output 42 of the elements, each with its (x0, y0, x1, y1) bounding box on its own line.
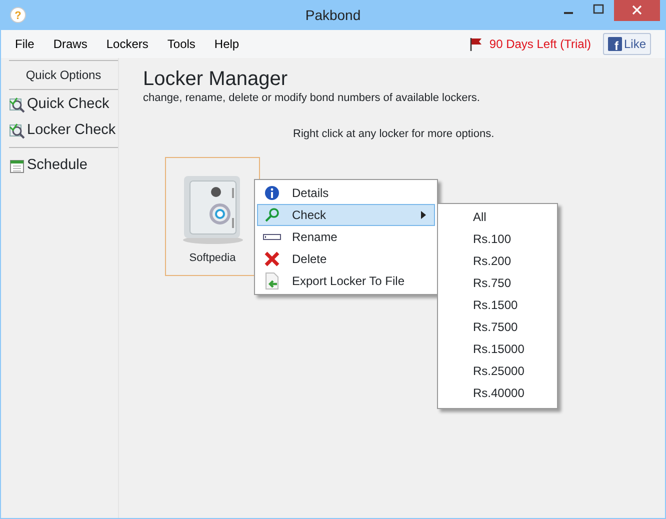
hint-text: Right click at any locker for more options. (293, 126, 496, 142)
sidebar-item[interactable]: Schedule (9, 153, 118, 178)
page-subtitle: change, rename, delete or modify bond numbers of available lockers. (143, 91, 481, 106)
like-button[interactable]: f Like (602, 33, 651, 55)
submenu-item[interactable]: Rs.750 (438, 272, 557, 294)
submenu-item[interactable]: Rs.15000 (438, 338, 557, 360)
submenu-item[interactable]: Rs.1500 (438, 294, 557, 316)
export-icon (264, 272, 280, 290)
search-icon (264, 207, 280, 223)
delete-icon (264, 251, 280, 267)
sidebar-item[interactable]: Quick Check (9, 92, 118, 117)
facebook-icon: f (608, 37, 622, 51)
rename-icon (263, 233, 281, 241)
submenu-item[interactable]: Rs.40000 (438, 382, 557, 404)
submenu-item[interactable]: Rs.7500 (438, 316, 557, 338)
trial-status: 90 Days Left (Trial) (489, 36, 591, 53)
submenu-item[interactable]: Rs.200 (438, 250, 557, 272)
menu-item[interactable]: Draws (53, 35, 88, 53)
context-menu-item[interactable]: Delete (257, 248, 435, 270)
window-title: Pakbond (305, 6, 361, 24)
submenu-arrow-icon (421, 211, 426, 219)
calendar-icon (9, 158, 25, 174)
submenu-item[interactable]: All (438, 206, 557, 228)
info-icon (264, 185, 280, 201)
submenu-item[interactable]: Rs.25000 (438, 360, 557, 382)
context-menu-item[interactable]: Export Locker To File (257, 270, 435, 292)
menu-item[interactable]: Lockers (106, 35, 148, 53)
context-menu-item[interactable]: Details (257, 182, 435, 204)
menu-item[interactable]: Tools (167, 35, 196, 53)
context-menu-item[interactable]: Rename (257, 226, 435, 248)
locker-name: Softpedia (189, 251, 236, 266)
page-title: Locker Manager (143, 68, 289, 90)
magnifier-icon (9, 122, 25, 138)
app-icon: ? (10, 7, 26, 23)
sidebar-item[interactable]: Locker Check (9, 117, 118, 148)
magnifier-icon (9, 96, 25, 112)
submenu-item[interactable]: Rs.100 (438, 228, 557, 250)
menu-item[interactable]: Help (214, 35, 240, 53)
sidebar-header: Quick Options (9, 60, 118, 90)
context-menu-item[interactable]: Check (257, 204, 435, 226)
menu-item[interactable]: File (15, 35, 34, 53)
flag-icon (469, 37, 484, 51)
